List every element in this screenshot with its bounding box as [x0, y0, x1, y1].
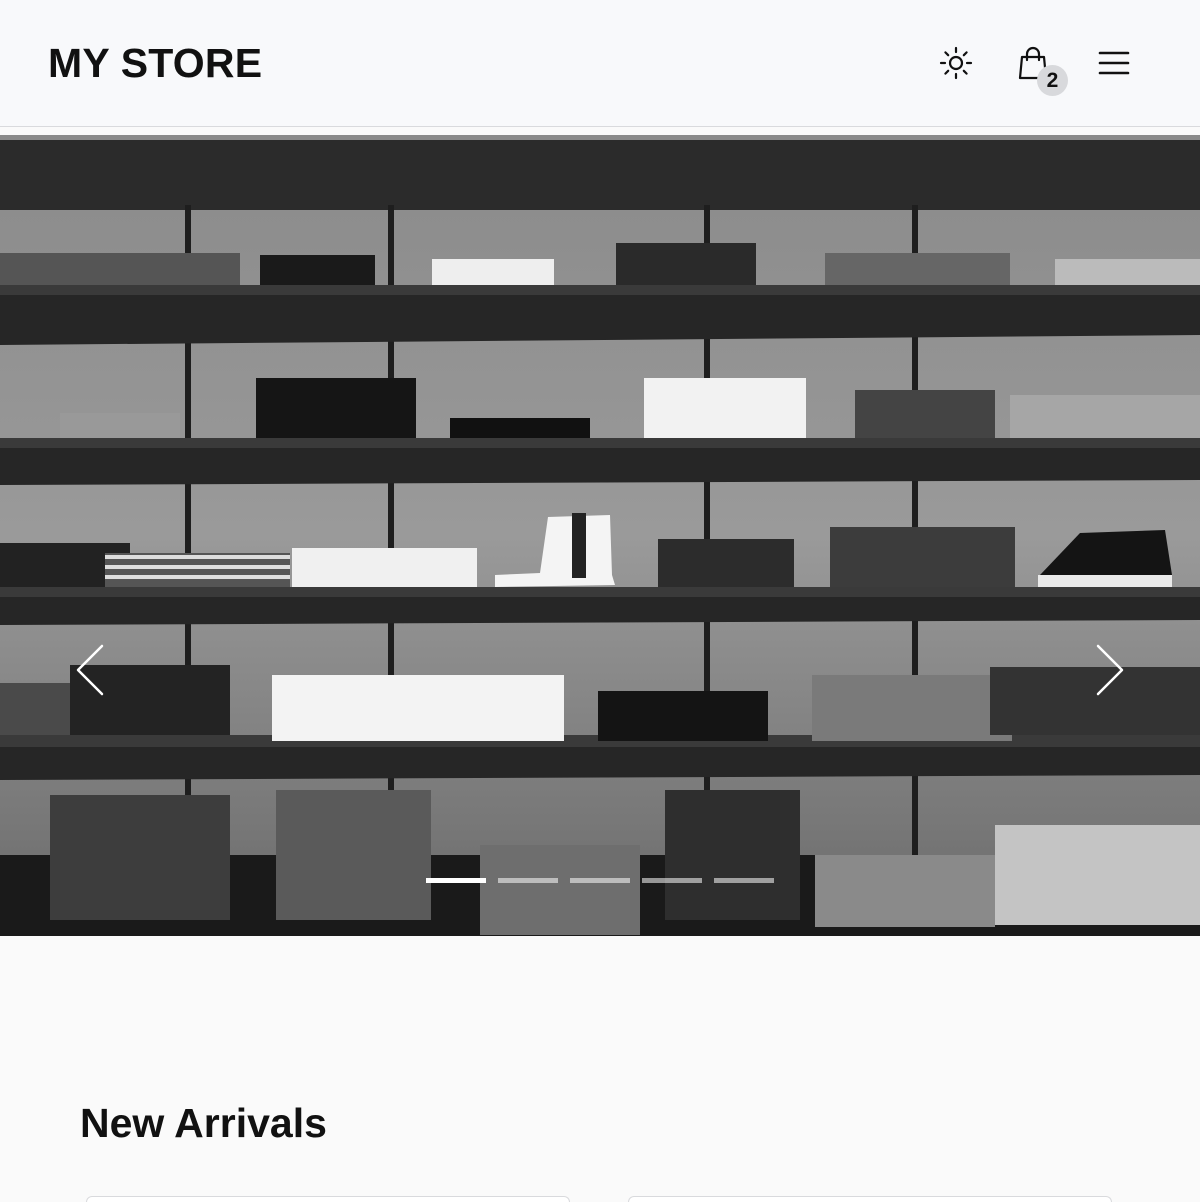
menu-button[interactable]: [1091, 40, 1137, 86]
brand-logo[interactable]: MY STORE: [48, 40, 262, 87]
chevron-right-icon: [1096, 644, 1124, 696]
chevron-left-icon: [76, 644, 104, 696]
sun-icon: [939, 46, 973, 80]
hamburger-menu-icon: [1098, 51, 1130, 75]
new-arrivals-heading: New Arrivals: [80, 1100, 327, 1146]
carousel-indicator-4[interactable]: [642, 878, 702, 883]
carousel-indicators: [426, 878, 774, 883]
product-card[interactable]: [86, 1196, 570, 1202]
carousel-indicator-1[interactable]: [426, 878, 486, 883]
carousel-indicator-3[interactable]: [570, 878, 630, 883]
product-card[interactable]: [628, 1196, 1112, 1202]
cart-count-badge: 2: [1037, 65, 1068, 96]
carousel-prev-button[interactable]: [70, 640, 110, 700]
hero-image: [0, 135, 1200, 936]
site-header: MY STORE: [0, 0, 1200, 127]
hero-carousel[interactable]: [0, 135, 1200, 936]
carousel-indicator-2[interactable]: [498, 878, 558, 883]
theme-toggle-button[interactable]: [933, 40, 979, 86]
carousel-indicator-5[interactable]: [714, 878, 774, 883]
carousel-next-button[interactable]: [1090, 640, 1130, 700]
